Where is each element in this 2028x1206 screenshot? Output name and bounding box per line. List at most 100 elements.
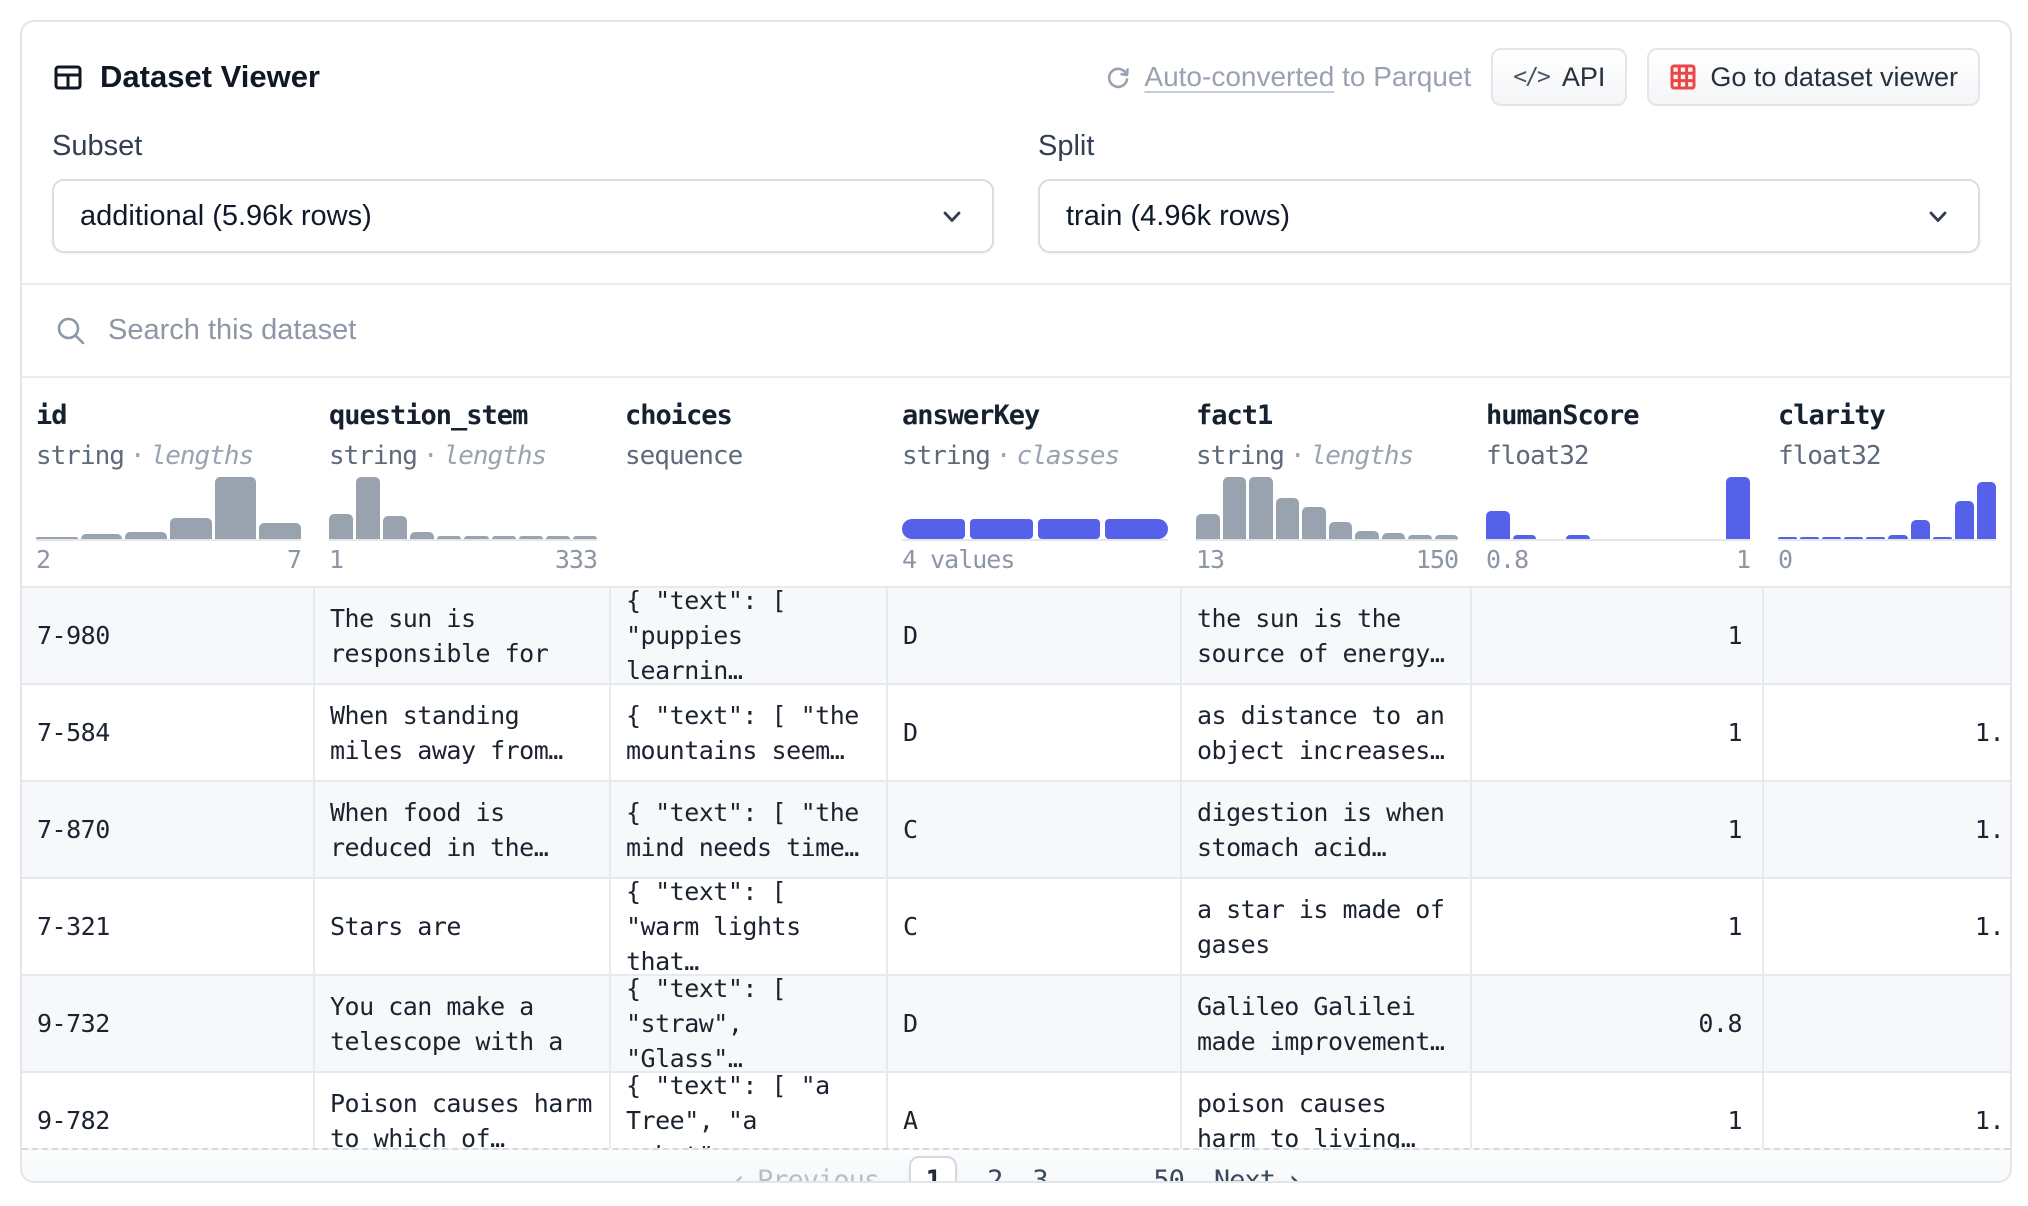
cell-value: When standing miles away from… xyxy=(330,698,594,768)
auto-converted-link[interactable]: Auto-converted to Parquet xyxy=(1104,61,1471,93)
column-histogram: 27 xyxy=(36,479,301,586)
split-label: Split xyxy=(1038,130,1980,163)
cell-value: digestion is when stomach acid… xyxy=(1197,795,1455,865)
column-header-clarity: clarityfloat320 xyxy=(1764,378,2010,586)
table-body: 7-980The sun is responsible for{ "text":… xyxy=(22,586,2010,1148)
page-title-text: Dataset Viewer xyxy=(100,59,320,95)
cell-value: D xyxy=(903,618,918,653)
cell-choices: { "text": [ "the mountains seem… xyxy=(611,685,888,780)
histogram-bar xyxy=(492,536,516,539)
histogram-bar xyxy=(125,532,167,539)
histogram-bar xyxy=(1435,535,1459,539)
histogram-bar xyxy=(573,536,597,539)
histogram-bar xyxy=(1800,537,1819,539)
histogram-bars xyxy=(1486,479,1750,541)
cell-clarity: 1. xyxy=(1764,782,2010,877)
page-button-1[interactable]: 1 xyxy=(909,1156,957,1184)
cell-choices: { "text": [ "a Tree", "a robot"… xyxy=(611,1073,888,1148)
cell-value: 1 xyxy=(1727,715,1742,750)
page-button-3[interactable]: 3 xyxy=(1032,1165,1047,1183)
column-histogram: 1333 xyxy=(329,479,597,586)
histogram-bar xyxy=(1933,537,1952,539)
page-button-50[interactable]: 50 xyxy=(1153,1165,1184,1183)
cell-choices: { "text": [ "warm lights that… xyxy=(611,879,888,974)
cell-value: Stars are xyxy=(330,909,461,944)
column-name: humanScore xyxy=(1486,400,1750,431)
cell-answerKey: D xyxy=(888,976,1182,1071)
cell-value: 9-732 xyxy=(37,1006,110,1041)
cell-fact1: Galileo Galilei made improvement… xyxy=(1182,976,1472,1071)
refresh-icon xyxy=(1104,63,1132,91)
table-row: 7-584 When standing miles away from… { "te… xyxy=(22,685,2010,782)
histogram-bar xyxy=(1196,514,1220,539)
api-button-label: API xyxy=(1562,62,1606,93)
subset-selected-value: additional (5.96k rows) xyxy=(80,200,372,233)
title-actions: Auto-converted to Parquet </> API xyxy=(1104,48,1980,106)
api-button[interactable]: </> API xyxy=(1491,48,1627,106)
auto-converted-suffix: to Parquet xyxy=(1342,61,1471,92)
page-buttons: 123...50 xyxy=(909,1156,1184,1184)
cell-id: 7-584 xyxy=(22,685,315,780)
cell-id: 9-782 xyxy=(22,1073,315,1148)
cell-clarity: 1. xyxy=(1764,879,2010,974)
table-row: 7-980The sun is responsible for{ "text":… xyxy=(22,588,2010,685)
go-to-dataset-viewer-label: Go to dataset viewer xyxy=(1710,62,1958,93)
column-name: answerKey xyxy=(902,400,1168,431)
search-input[interactable] xyxy=(108,314,1978,347)
cell-value: 1. xyxy=(1975,715,2004,750)
histogram-bar xyxy=(546,536,570,539)
cell-value: Poison causes harm to which of… xyxy=(330,1086,594,1149)
table-row: 7-321 Stars are { "text": [ "warm lights t… xyxy=(22,879,2010,976)
page-button-2[interactable]: 2 xyxy=(987,1165,1002,1183)
chevron-down-icon xyxy=(1924,202,1952,230)
column-name: choices xyxy=(625,400,874,431)
histogram-bar xyxy=(1249,477,1273,539)
next-page-button[interactable]: Next › xyxy=(1214,1165,1303,1184)
cell-value: { "text": [ "the mountains seem… xyxy=(626,698,871,768)
histogram-labels: 4 values xyxy=(902,541,1168,586)
subset-label: Subset xyxy=(52,130,994,163)
histogram-bar xyxy=(1866,537,1885,539)
histogram-bar xyxy=(1329,522,1353,539)
subset-control: Subset additional (5.96k rows) xyxy=(52,130,994,253)
cell-value: { "text": [ "a Tree", "a robot"… xyxy=(626,1073,871,1148)
subset-split-controls: Subset additional (5.96k rows) Split tra… xyxy=(52,130,1980,253)
histogram-bar xyxy=(1888,535,1907,539)
cell-choices: { "text": [ "the mind needs time… xyxy=(611,782,888,877)
column-histogram: 0 xyxy=(1778,479,1996,586)
class-segment xyxy=(1038,519,1101,539)
dataset-viewer-card: Dataset Viewer Auto-converted to Parquet… xyxy=(20,20,2012,1183)
page-title: Dataset Viewer xyxy=(52,59,320,95)
cell-value: { "text": [ "puppies learnin… xyxy=(626,588,871,683)
histogram-bar xyxy=(170,518,212,539)
histogram-bar xyxy=(1566,535,1590,539)
cell-value: 7-584 xyxy=(37,715,110,750)
cell-value: 7-321 xyxy=(37,909,110,944)
histogram-bar xyxy=(259,523,301,539)
column-histogram: 0.81 xyxy=(1486,479,1750,586)
histogram-bar xyxy=(1276,498,1300,539)
cell-value: The sun is responsible for xyxy=(330,601,594,671)
subset-select[interactable]: additional (5.96k rows) xyxy=(52,179,994,253)
cell-value: C xyxy=(903,909,918,944)
top-section: Dataset Viewer Auto-converted to Parquet… xyxy=(22,22,2010,285)
go-to-dataset-viewer-button[interactable]: Go to dataset viewer xyxy=(1647,48,1980,106)
code-icon: </> xyxy=(1513,64,1549,90)
histogram-bar xyxy=(1977,482,1996,539)
cell-value: 1 xyxy=(1727,909,1742,944)
histogram-bar xyxy=(81,534,123,539)
histogram-bar xyxy=(1486,511,1510,539)
cell-value: 7-870 xyxy=(37,812,110,847)
previous-label: Previous xyxy=(757,1165,879,1183)
histogram-bar xyxy=(215,477,257,539)
split-select[interactable]: train (4.96k rows) xyxy=(1038,179,1980,253)
cell-value: 1. xyxy=(1975,1103,2004,1138)
previous-page-button[interactable]: ‹ Previous xyxy=(729,1165,879,1184)
histogram-bar xyxy=(1408,535,1432,539)
histogram-bars xyxy=(1196,479,1458,541)
cell-value: C xyxy=(903,812,918,847)
class-segment xyxy=(970,519,1033,539)
histogram-bar xyxy=(1778,537,1797,539)
cell-value: { "text": [ "warm lights that… xyxy=(626,879,871,974)
cell-value: Galileo Galilei made improvement… xyxy=(1197,989,1455,1059)
